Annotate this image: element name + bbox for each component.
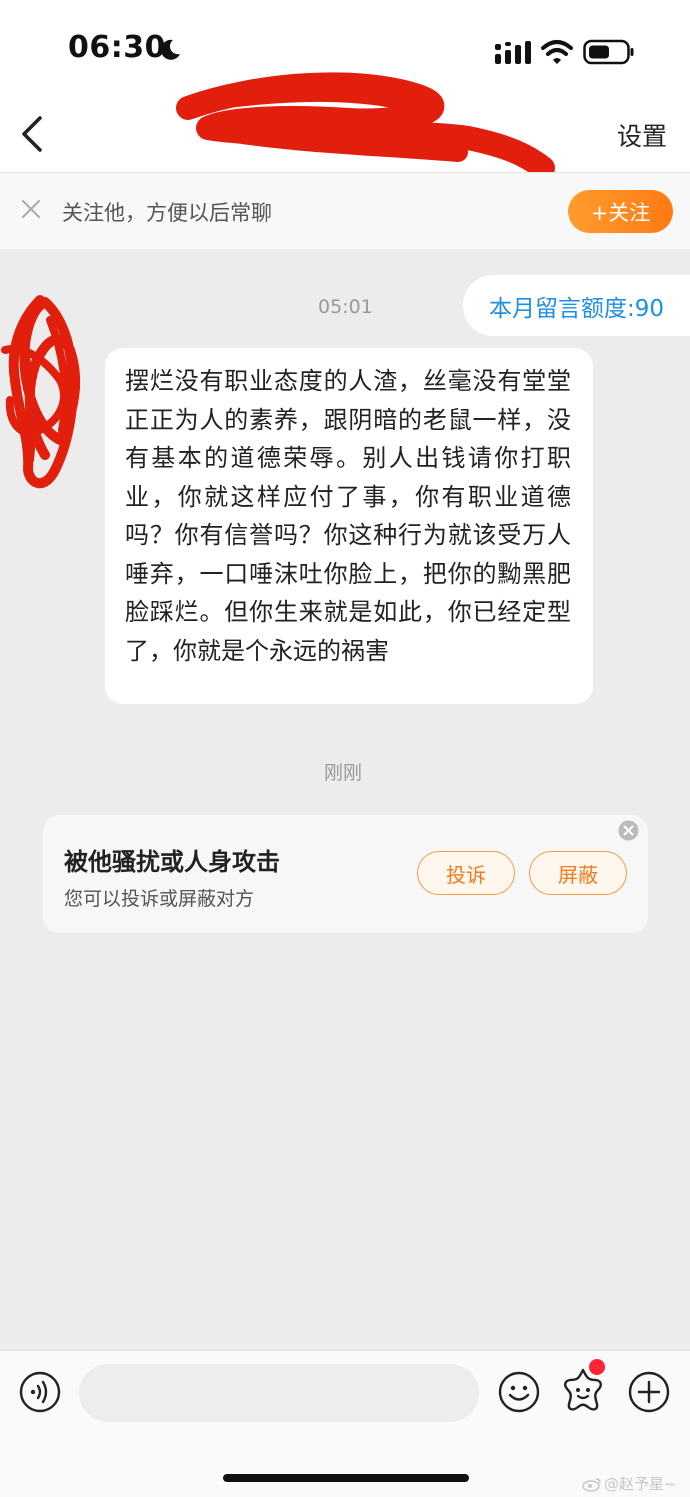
- block-button[interactable]: 屏蔽: [529, 851, 627, 895]
- home-indicator: [223, 1474, 469, 1482]
- harassment-card-subtitle: 您可以投诉或屏蔽对方: [64, 888, 255, 910]
- message-input[interactable]: [79, 1364, 479, 1422]
- status-time: 06:30: [68, 30, 166, 65]
- wifi-icon: [541, 40, 573, 64]
- notification-dot: [589, 1359, 605, 1375]
- emoji-icon[interactable]: [498, 1371, 540, 1413]
- plus-icon[interactable]: [628, 1371, 670, 1413]
- redacted-title-scribble: [176, 72, 555, 180]
- message-quota-pill[interactable]: 本月留言额度:90: [463, 275, 690, 336]
- moon-icon: [160, 39, 180, 60]
- follow-button[interactable]: +关注: [568, 190, 673, 233]
- timestamp: 05:01: [318, 296, 373, 318]
- report-button[interactable]: 投诉: [417, 851, 515, 895]
- harassment-card-title: 被他骚扰或人身攻击: [64, 848, 280, 876]
- avatar[interactable]: [0, 290, 100, 500]
- settings-button[interactable]: 设置: [617, 117, 667, 153]
- back-arrow-icon[interactable]: [16, 112, 50, 156]
- card-close-icon[interactable]: [618, 820, 639, 841]
- follow-tip-text: 关注他，方便以后常聊: [62, 201, 272, 225]
- battery-icon: [583, 39, 634, 65]
- voice-icon[interactable]: [19, 1371, 61, 1413]
- close-icon[interactable]: [20, 198, 42, 220]
- watermark-text: @赵予星~: [604, 1475, 677, 1493]
- watermark: @赵予星~: [582, 1473, 677, 1494]
- signal-icon: [495, 41, 531, 64]
- message-bubble[interactable]: 摆烂没有职业态度的人渣，丝毫没有堂堂正正为人的素养，跟阴暗的老鼠一样，没有基本的…: [105, 348, 593, 704]
- timestamp-recent: 刚刚: [324, 762, 363, 784]
- weibo-logo-icon: [582, 1477, 601, 1492]
